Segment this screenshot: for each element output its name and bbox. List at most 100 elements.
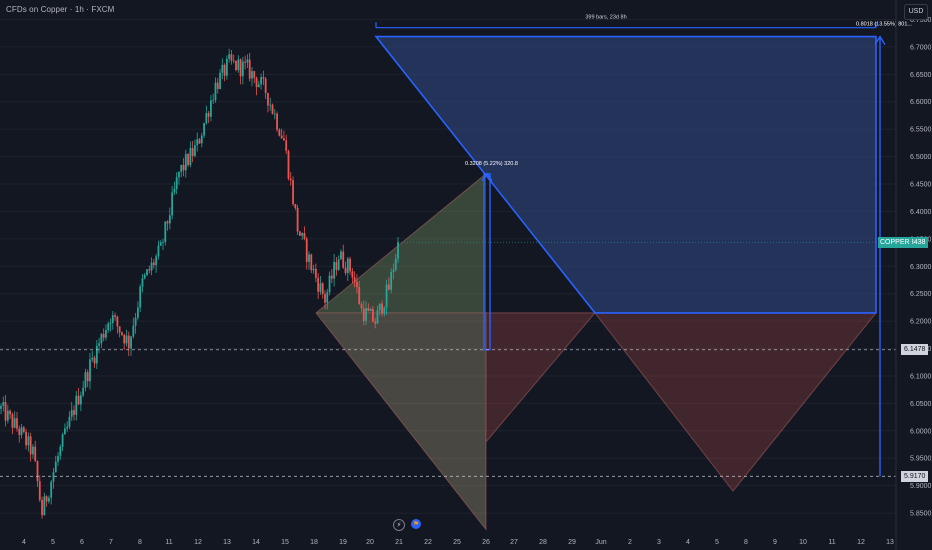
price-line-label-lower: 5.9170 (904, 472, 926, 480)
candle-body (16, 418, 18, 429)
candle-body (45, 496, 48, 502)
candle-body (136, 307, 139, 318)
candle-body (280, 135, 283, 139)
candle-body (303, 233, 306, 239)
candle-body (374, 321, 377, 324)
y-tick-label: 6.7000 (910, 44, 932, 51)
candle-body (82, 387, 85, 396)
y-tick-label: 5.9500 (910, 456, 932, 463)
candle-body (54, 461, 57, 473)
candle-body (198, 139, 201, 144)
measure-label-small: 0.3208 (5.22%) 320.8 (465, 161, 518, 167)
candle-body (75, 395, 78, 415)
candle-body (342, 251, 345, 268)
candle-body (84, 372, 87, 388)
y-tick-label: 5.8500 (910, 511, 932, 518)
candle-body (27, 436, 30, 446)
candle-body (70, 410, 73, 417)
x-tick-label: 15 (281, 539, 289, 546)
candle-body (267, 93, 269, 106)
candle-body (372, 308, 374, 322)
candle-body (166, 221, 169, 224)
candle-body (77, 395, 80, 405)
x-tick-label: 5 (715, 539, 719, 546)
candle-body (283, 138, 285, 141)
x-tick-label: 12 (194, 539, 202, 546)
candle-body (178, 171, 180, 178)
x-tick-label: 4 (22, 539, 26, 546)
candle-body (262, 77, 265, 79)
candle-body (321, 283, 324, 295)
candle-body (319, 283, 322, 292)
candle-body (285, 140, 288, 151)
y-tick-label: 6.5000 (910, 154, 932, 161)
candle-body (257, 84, 260, 88)
candle-body (253, 71, 256, 78)
candle-body (13, 418, 16, 428)
candle-body (50, 481, 53, 498)
x-tick-label: 21 (395, 539, 403, 546)
chart-container[interactable]: 0.3208 (5.22%) 320.8 0.8018 (13.55%) 801.… (0, 0, 932, 550)
candle-body (317, 277, 320, 292)
candle-body (387, 284, 390, 290)
candle-body (93, 357, 96, 364)
candle-body (73, 410, 75, 415)
candle-body (248, 59, 251, 79)
x-tick-label: 2 (628, 539, 632, 546)
candle-body (207, 113, 210, 117)
candle-body (397, 242, 399, 259)
candle-body (219, 72, 221, 89)
candle-body (360, 304, 363, 309)
candle-body (29, 436, 32, 455)
price-line-label-upper: 6.1478 (904, 346, 926, 354)
candle-body (369, 308, 372, 311)
price-chart[interactable]: 0.3208 (5.22%) 320.8 0.8018 (13.55%) 801.… (0, 0, 932, 550)
candle-body (2, 402, 5, 406)
price-line-badge-lower: 5.9170 (901, 470, 929, 482)
candle-body (298, 231, 301, 236)
candle-body (34, 446, 37, 462)
candle-body (276, 113, 278, 130)
candle-body (116, 316, 119, 327)
candle-body (184, 154, 187, 171)
candle-body (132, 325, 135, 337)
bars-count-label: 399 bars, 23d 8h (585, 15, 626, 21)
y-tick-label: 6.1000 (910, 373, 932, 380)
candle-body (182, 164, 185, 171)
candle-body (25, 431, 27, 446)
candle-body (205, 113, 208, 124)
lightning-icon[interactable]: ⚡ (393, 519, 405, 531)
y-tick-label: 5.9000 (910, 483, 932, 490)
candle-body (335, 261, 338, 270)
candle-body (52, 472, 55, 482)
x-tick-label: 26 (482, 539, 490, 546)
candle-body (214, 82, 217, 101)
candle-body (349, 258, 351, 272)
y-tick-label: 6.4500 (910, 182, 932, 189)
candle-body (102, 334, 105, 338)
candle-body (340, 251, 342, 260)
x-tick-label: 12 (857, 539, 865, 546)
candle-body (367, 308, 370, 311)
flag-icon[interactable]: ⚑ (411, 519, 421, 529)
candle-body (273, 113, 276, 115)
candle-body (48, 497, 50, 502)
candle-body (41, 499, 43, 516)
candle-body (287, 150, 290, 179)
candle-body (107, 323, 110, 331)
candle-body (225, 58, 228, 76)
candle-body (127, 335, 130, 349)
candle-body (63, 428, 66, 435)
candle-body (130, 336, 132, 349)
candle-body (32, 446, 34, 455)
candle-body (0, 405, 2, 409)
candle-body (180, 164, 183, 172)
currency-button[interactable]: USD (904, 4, 928, 20)
symbol-label: COPPER (880, 238, 910, 246)
y-tick-label: 6.2500 (910, 291, 932, 298)
candle-body (157, 245, 160, 257)
candle-body (358, 287, 361, 305)
symbol-badge: COPPER (878, 236, 912, 248)
candle-body (292, 180, 294, 205)
x-tick-label: 8 (744, 539, 748, 546)
